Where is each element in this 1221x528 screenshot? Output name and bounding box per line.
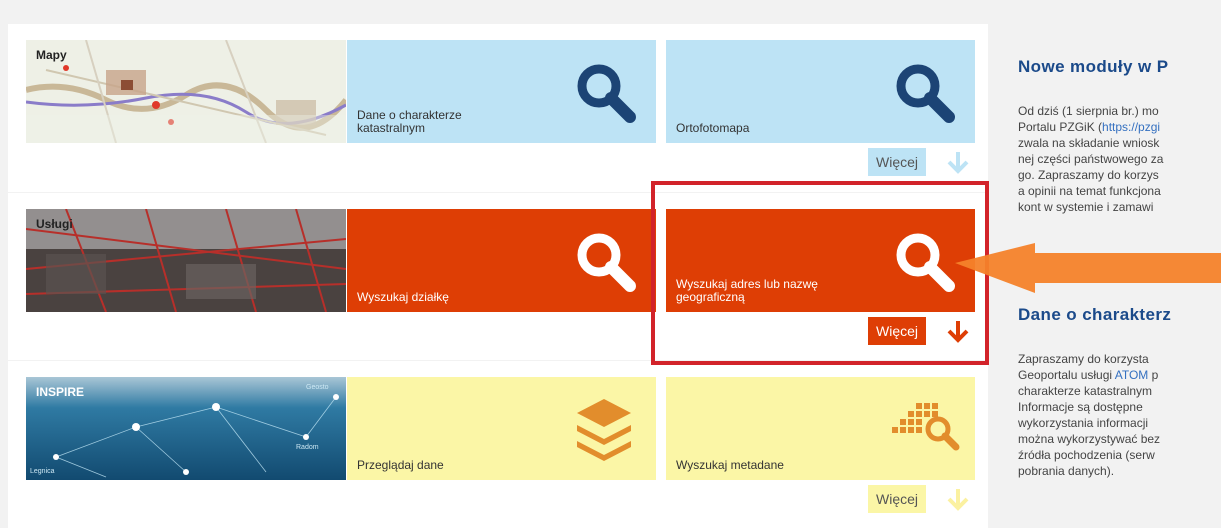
- tile-cadastral-data[interactable]: Dane o charakterze katastralnym: [347, 40, 656, 143]
- panel-inspire: Legnica Radom Geosto INSPIRE Przeglądaj …: [8, 361, 988, 528]
- news-body: Zapraszamy do korzysta Geoportalu usługi…: [1018, 351, 1221, 479]
- news-line: wykorzystania informacji: [1018, 416, 1149, 430]
- tile-label: Wyszukaj działkę: [357, 290, 449, 304]
- tile-label: Wyszukaj metadane: [676, 458, 784, 472]
- map-image: [26, 40, 346, 143]
- news-title[interactable]: Nowe moduły w P: [1018, 57, 1169, 77]
- tile-label: Dane o charakterze katastralnym: [357, 108, 462, 135]
- news-body: Od dziś (1 sierpnia br.) mo Portalu PZGi…: [1018, 103, 1221, 215]
- layers-icon: [577, 399, 631, 461]
- news-line: p: [1148, 368, 1159, 382]
- section-label-inspire: INSPIRE: [36, 385, 85, 399]
- news-line: Zapraszamy do korzysta: [1018, 352, 1149, 366]
- news-line: źródła pochodzenia (serw: [1018, 448, 1155, 462]
- maps-thumbnail[interactable]: Mapy: [26, 40, 346, 143]
- search-icon: [577, 233, 636, 292]
- panel-mapy: Mapy Dane o charakterze katastralnym Ort…: [8, 24, 988, 192]
- news-link[interactable]: https://pzgi: [1102, 120, 1160, 134]
- news-link[interactable]: ATOM: [1115, 368, 1149, 382]
- section-label-uslugi: Usługi: [36, 217, 73, 231]
- search-icon: [577, 64, 636, 123]
- news-line: a opinii na temat funkcjona: [1018, 184, 1161, 198]
- tile-browse-data[interactable]: Przeglądaj dane: [347, 377, 656, 480]
- news-title[interactable]: Dane o charakterz: [1018, 305, 1171, 325]
- news-line: Od dziś (1 sierpnia br.) mo: [1018, 104, 1159, 118]
- section-label-mapy: Mapy: [36, 48, 67, 62]
- arrow-down-icon[interactable]: [944, 148, 972, 176]
- news-line: pobrania danych).: [1018, 464, 1115, 478]
- news-line: można wykorzystywać bez: [1018, 432, 1161, 446]
- city-label: Radom: [296, 444, 319, 451]
- news-line: kont w systemie i zamawi: [1018, 200, 1154, 214]
- news-column: Nowe moduły w P Od dziś (1 sierpnia br.)…: [1018, 0, 1221, 528]
- more-button[interactable]: Więcej: [868, 485, 927, 513]
- highlight-frame: [651, 181, 989, 365]
- city-label: Geosto: [306, 384, 329, 391]
- tile-label: Przeglądaj dane: [357, 458, 444, 472]
- search-icon: [896, 64, 955, 123]
- satellite-image: [26, 209, 346, 312]
- city-label: Legnica: [30, 468, 55, 475]
- news-line: charakterze katastralnym: [1018, 384, 1153, 398]
- news-line: nej części państwowego za: [1018, 152, 1164, 166]
- more-button[interactable]: Więcej: [868, 148, 927, 176]
- news-line: Informacje są dostępne: [1018, 400, 1143, 414]
- news-line: go. Zapraszamy do korzys: [1018, 168, 1159, 182]
- news-line: zwala na składanie wniosk: [1018, 136, 1160, 150]
- tile-search-parcel[interactable]: Wyszukaj działkę: [347, 209, 656, 312]
- arrow-down-icon[interactable]: [944, 485, 972, 513]
- news-line: Portalu PZGiK (: [1018, 120, 1103, 134]
- news-line: Geoportalu usługi: [1018, 368, 1115, 382]
- services-thumbnail[interactable]: Usługi: [26, 209, 346, 312]
- tile-search-metadata[interactable]: Wyszukaj metadane: [666, 377, 975, 480]
- tile-orthophotomap[interactable]: Ortofotomapa: [666, 40, 975, 143]
- inspire-thumbnail[interactable]: Legnica Radom Geosto INSPIRE: [26, 377, 346, 480]
- metadata-search-icon: [892, 403, 960, 451]
- tile-label: Ortofotomapa: [676, 121, 750, 135]
